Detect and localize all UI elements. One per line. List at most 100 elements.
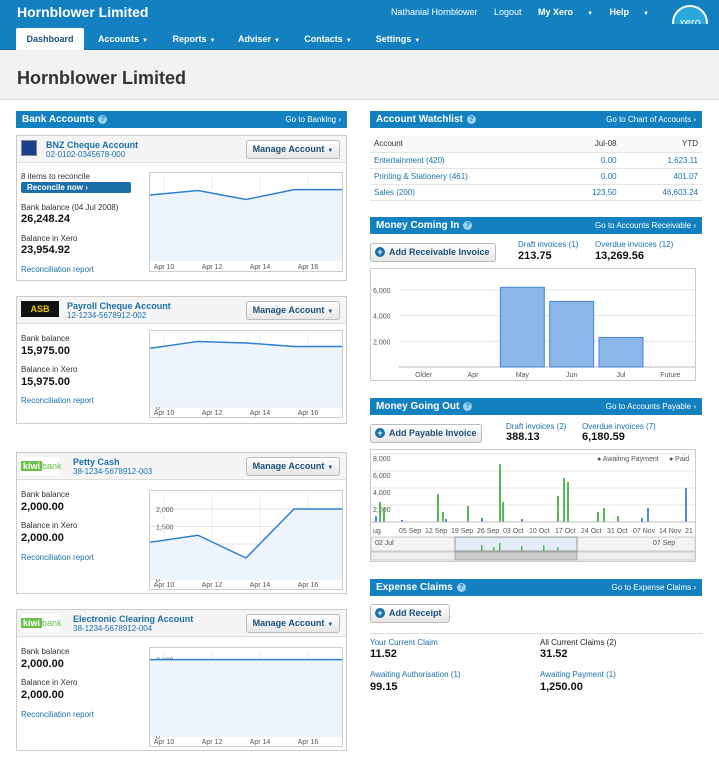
bar bbox=[549, 300, 595, 368]
help-menu[interactable]: Help ▼ bbox=[610, 7, 649, 17]
account-number[interactable]: 02-0102-0345678-000 bbox=[46, 150, 125, 159]
account-number[interactable]: 38-1234-5678912-004 bbox=[73, 624, 152, 633]
month-value[interactable]: 123.50 bbox=[592, 188, 616, 197]
month-value[interactable]: 0.00 bbox=[601, 172, 617, 181]
bar-awaiting bbox=[647, 508, 649, 522]
bar-awaiting bbox=[375, 516, 377, 522]
help-icon[interactable]: ? bbox=[463, 221, 473, 230]
go-to-accounts-payable-link[interactable]: Go to Accounts Payable › bbox=[606, 398, 696, 415]
manage-account-button[interactable]: Manage Account ▼ bbox=[246, 614, 340, 633]
column-header: Jul-08 bbox=[560, 136, 621, 153]
overdue-invoices-link[interactable]: Overdue invoices (7) bbox=[582, 422, 656, 431]
x-tick-label: Apr 12 bbox=[202, 739, 223, 746]
account-link[interactable]: Sales (200) bbox=[374, 188, 415, 197]
x-tick-label: 12 Sep bbox=[425, 528, 447, 535]
go-to-expense-claims-link[interactable]: Go to Expense Claims › bbox=[612, 579, 696, 596]
add-receivable-invoice-button[interactable]: + Add Receivable Invoice bbox=[370, 243, 496, 262]
x-tick-label: Apr 12 bbox=[202, 582, 223, 589]
account-name[interactable]: Petty Cash bbox=[73, 457, 120, 467]
help-icon[interactable]: ? bbox=[456, 583, 466, 592]
add-payable-invoice-button[interactable]: + Add Payable Invoice bbox=[370, 424, 482, 443]
bar-paid bbox=[442, 512, 444, 522]
legend-awaiting-payment: ● Awaiting Payment bbox=[597, 456, 659, 463]
x-tick-label: May bbox=[516, 372, 530, 379]
bar-paid bbox=[467, 506, 469, 522]
draft-invoices-link[interactable]: Draft invoices (1) bbox=[518, 240, 578, 249]
ytd-value[interactable]: 46,603.24 bbox=[662, 188, 698, 197]
manage-account-button[interactable]: Manage Account ▼ bbox=[246, 301, 340, 320]
xero-balance-value: 2,000.00 bbox=[21, 689, 64, 701]
reconciliation-report-link[interactable]: Reconciliation report bbox=[21, 265, 94, 274]
your-current-claim-link[interactable]: Your Current Claim bbox=[370, 638, 438, 647]
navigator-label: 07 Sep bbox=[653, 540, 675, 547]
navigator-label: 02 Jul bbox=[375, 540, 394, 547]
go-to-chart-of-accounts-link[interactable]: Go to Chart of Accounts › bbox=[606, 111, 696, 128]
x-tick-label: Apr 16 bbox=[298, 410, 319, 417]
y-tick-label: 6,000 bbox=[373, 288, 391, 295]
logout-link[interactable]: Logout bbox=[494, 7, 522, 17]
awaiting-authorisation-link[interactable]: Awaiting Authorisation (1) bbox=[370, 670, 461, 679]
tab-dashboard[interactable]: Dashboard bbox=[16, 28, 84, 50]
manage-account-button[interactable]: Manage Account ▼ bbox=[246, 457, 340, 476]
bnz-logo-icon bbox=[21, 140, 37, 156]
add-receipt-button[interactable]: + Add Receipt bbox=[370, 604, 450, 623]
go-to-accounts-receivable-link[interactable]: Go to Accounts Receivable › bbox=[595, 217, 696, 234]
x-tick-label: 03 Oct bbox=[503, 528, 524, 535]
plus-icon: + bbox=[375, 247, 385, 257]
account-name[interactable]: Payroll Cheque Account bbox=[67, 301, 171, 311]
awaiting-payment-link[interactable]: Awaiting Payment (1) bbox=[540, 670, 616, 679]
account-name[interactable]: BNZ Cheque Account bbox=[46, 140, 138, 150]
org-name[interactable]: Hornblower Limited bbox=[17, 4, 148, 20]
reconciliation-report-link[interactable]: Reconciliation report bbox=[21, 396, 94, 405]
y-tick-label: 8,000 bbox=[373, 456, 391, 463]
main-nav: Dashboard Accounts ▼ Reports ▼ Adviser ▼ Co… bbox=[0, 24, 719, 50]
help-icon[interactable]: ? bbox=[463, 402, 473, 411]
tab-settings[interactable]: Settings ▼ bbox=[366, 28, 430, 50]
awaiting-payment-value: 1,250.00 bbox=[540, 681, 583, 693]
help-icon[interactable]: ? bbox=[98, 115, 108, 124]
account-link[interactable]: Printing & Stationery (461) bbox=[374, 172, 468, 181]
chevron-down-icon: ▼ bbox=[414, 38, 421, 44]
y-tick-label: 6,000 bbox=[373, 473, 391, 480]
go-to-banking-link[interactable]: Go to Banking › bbox=[285, 111, 341, 128]
y-tick-label: 4,000 bbox=[373, 314, 391, 321]
xero-balance-value: 23,954.92 bbox=[21, 244, 70, 256]
overdue-invoices-link[interactable]: Overdue invoices (12) bbox=[595, 240, 673, 249]
x-tick-label: Apr 10 bbox=[154, 739, 175, 746]
chevron-down-icon: ▼ bbox=[345, 38, 352, 44]
ytd-value[interactable]: 1,623.11 bbox=[667, 156, 698, 165]
series-area bbox=[150, 659, 342, 736]
account-number[interactable]: 38-1234-5678912-003 bbox=[73, 467, 152, 476]
account-header: kiwi bank Petty Cash 38-1234-5678912-003 … bbox=[17, 453, 346, 480]
help-icon[interactable]: ? bbox=[466, 115, 476, 124]
account-link[interactable]: Entertainment (420) bbox=[374, 156, 445, 165]
month-value[interactable]: 0.00 bbox=[601, 156, 617, 165]
account-name[interactable]: Electronic Clearing Account bbox=[73, 614, 193, 624]
reconciliation-report-link[interactable]: Reconciliation report bbox=[21, 710, 94, 719]
x-tick-label: 07 Nov bbox=[633, 528, 656, 535]
x-tick-label: Apr 12 bbox=[202, 410, 223, 417]
ytd-value[interactable]: 401.07 bbox=[674, 172, 698, 181]
tab-adviser[interactable]: Adviser ▼ bbox=[228, 28, 290, 50]
user-name[interactable]: Nathanial Hornblower bbox=[391, 7, 478, 17]
manage-account-button[interactable]: Manage Account ▼ bbox=[246, 140, 340, 159]
my-xero-menu[interactable]: My Xero ▼ bbox=[538, 7, 593, 17]
tab-accounts[interactable]: Accounts ▼ bbox=[86, 28, 160, 50]
reconcile-now-button[interactable]: Reconcile now › bbox=[21, 182, 131, 193]
awaiting-authorisation-value: 99.15 bbox=[370, 681, 398, 693]
account-number[interactable]: 12-1234-5678912-002 bbox=[67, 311, 146, 320]
balance-chart: 20,00010,000Apr 10Apr 12Apr 14Apr 16 bbox=[149, 172, 343, 272]
tab-reports[interactable]: Reports ▼ bbox=[162, 28, 226, 50]
reconciliation-report-link[interactable]: Reconciliation report bbox=[21, 553, 94, 562]
bar-awaiting bbox=[481, 518, 483, 522]
draft-invoices-link[interactable]: Draft invoices (2) bbox=[506, 422, 566, 431]
tab-contacts[interactable]: Contacts ▼ bbox=[292, 28, 364, 50]
xero-balance-value: 15,975.00 bbox=[21, 376, 70, 388]
x-tick-label: 19 Sep bbox=[451, 528, 473, 535]
legend-paid: ● Paid bbox=[669, 456, 689, 463]
bar-awaiting bbox=[685, 488, 687, 522]
money-in-title: Money Coming In bbox=[376, 220, 460, 231]
chevron-down-icon: ▼ bbox=[209, 38, 216, 44]
draft-invoices-value: 388.13 bbox=[506, 431, 540, 443]
bank-account-card: ASB Payroll Cheque Account 12-1234-56789… bbox=[16, 296, 347, 424]
